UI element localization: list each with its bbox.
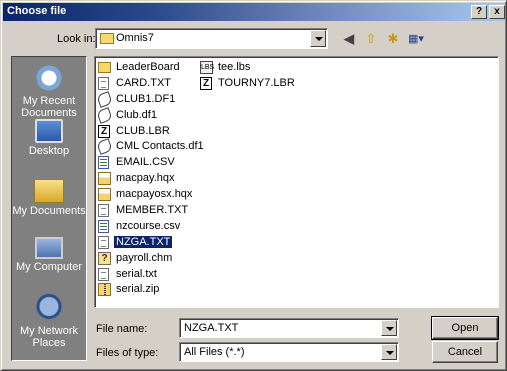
hqx-file-icon <box>98 172 111 186</box>
look-in-value: Omnis7 <box>116 32 154 44</box>
chevron-down-icon[interactable] <box>381 344 397 360</box>
csv-file-icon <box>98 219 109 233</box>
list-item[interactable]: Club.df1 <box>96 106 206 124</box>
df1-file-icon <box>96 106 113 124</box>
df1-file-icon <box>96 138 113 156</box>
list-item[interactable]: CLUB1.DF1 <box>96 90 206 108</box>
place-network[interactable]: My Network Places <box>12 293 86 349</box>
place-label: My Network Places <box>19 325 79 349</box>
list-item[interactable]: Z CLUB.LBR <box>96 124 206 140</box>
place-label: My Recent Documents <box>21 95 77 119</box>
list-item[interactable]: macpayosx.hqx <box>96 187 206 203</box>
file-type-dropdown[interactable]: All Files (*.*) <box>179 342 399 362</box>
list-item[interactable]: LeaderBoard <box>96 60 206 76</box>
list-item[interactable]: LBS tee.lbs <box>198 60 297 76</box>
place-label: My Computer <box>15 261 83 273</box>
recent-documents-icon <box>33 63 65 93</box>
chevron-down-icon[interactable] <box>381 320 397 336</box>
help-file-icon: ? <box>98 251 111 265</box>
list-item[interactable]: macpay.hqx <box>96 171 206 187</box>
title-bar[interactable]: Choose file ? x <box>3 3 505 21</box>
list-item[interactable]: MEMBER.TXT <box>96 203 206 219</box>
place-label: Desktop <box>28 145 70 157</box>
text-file-icon <box>98 267 109 281</box>
place-desktop[interactable]: Desktop <box>12 119 86 157</box>
desktop-icon <box>35 119 63 143</box>
list-item[interactable]: Z TOURNY7.LBR <box>198 76 297 92</box>
csv-file-icon <box>98 156 109 170</box>
text-file-icon <box>98 76 109 90</box>
back-arrow-icon[interactable]: ◀ <box>339 29 359 49</box>
new-folder-icon[interactable]: ✱ <box>383 29 403 49</box>
text-file-icon <box>98 235 109 249</box>
lbr-file-icon: Z <box>98 124 110 138</box>
close-button[interactable]: x <box>489 5 505 19</box>
file-list[interactable]: LeaderBoard CARD.TXT CLUB1.DF1 Club.df1 … <box>94 56 499 308</box>
hqx-file-icon <box>98 188 111 202</box>
look-in-label: Look in: <box>57 33 96 45</box>
list-item[interactable]: ? payroll.chm <box>96 251 206 267</box>
place-my-documents[interactable]: My Documents <box>12 179 86 217</box>
file-name-label: File name: <box>96 323 148 335</box>
file-name-value[interactable]: NZGA.TXT <box>184 322 238 334</box>
lbs-file-icon: LBS <box>200 61 214 74</box>
network-places-icon <box>33 293 65 323</box>
list-item[interactable]: nzcourse.csv <box>96 219 206 235</box>
list-item[interactable]: EMAIL.CSV <box>96 155 206 171</box>
file-type-value: All Files (*.*) <box>184 346 245 358</box>
folder-icon <box>100 33 114 44</box>
list-item[interactable]: CML Contacts.df1 <box>96 138 206 156</box>
my-computer-icon <box>35 237 63 259</box>
file-name-field[interactable]: NZGA.TXT <box>179 318 399 338</box>
file-type-label: Files of type: <box>96 347 159 359</box>
text-file-icon <box>98 204 109 218</box>
list-item[interactable]: serial.zip <box>96 282 206 298</box>
file-column-1: LeaderBoard CARD.TXT CLUB1.DF1 Club.df1 … <box>96 60 206 298</box>
place-label: My Documents <box>12 205 86 217</box>
look-in-dropdown[interactable]: Omnis7 <box>95 28 328 49</box>
file-column-2: LBS tee.lbs Z TOURNY7.LBR <box>198 60 297 92</box>
chevron-down-icon[interactable] <box>310 30 326 47</box>
up-folder-icon[interactable]: ⇧ <box>361 29 381 49</box>
choose-file-dialog: Choose file ? x Look in: Omnis7 ◀ ⇧ ✱ ▦▾… <box>0 0 507 371</box>
views-menu-icon[interactable]: ▦▾ <box>404 29 428 49</box>
places-bar: My Recent Documents Desktop My Documents… <box>11 56 87 361</box>
cancel-button[interactable]: Cancel <box>432 341 498 363</box>
df1-file-icon <box>96 90 113 108</box>
zip-file-icon <box>98 283 111 297</box>
list-item-selected[interactable]: NZGA.TXT <box>96 234 206 251</box>
place-my-computer[interactable]: My Computer <box>12 237 86 273</box>
open-button[interactable]: Open <box>431 316 499 340</box>
list-item[interactable]: serial.txt <box>96 267 206 283</box>
my-documents-icon <box>34 179 64 203</box>
lbr-file-icon: Z <box>200 76 212 90</box>
list-item[interactable]: CARD.TXT <box>96 76 206 92</box>
place-recent-documents[interactable]: My Recent Documents <box>12 63 86 119</box>
help-button[interactable]: ? <box>471 5 487 19</box>
dialog-title: Choose file <box>7 5 67 17</box>
folder-icon <box>98 62 111 73</box>
